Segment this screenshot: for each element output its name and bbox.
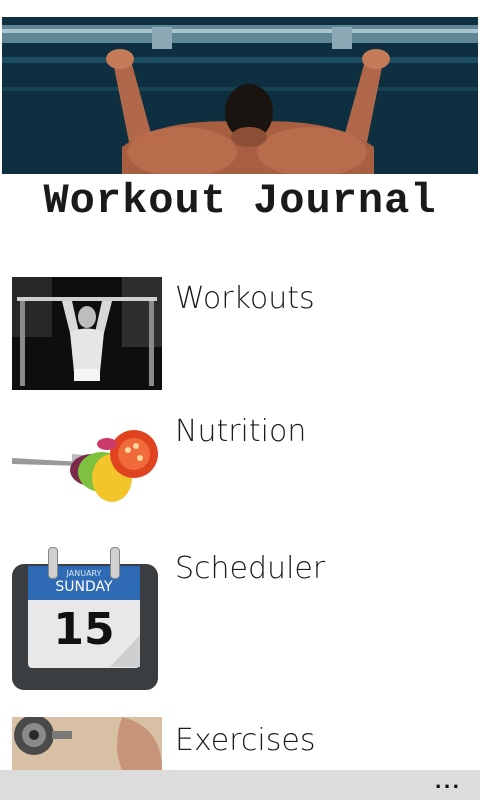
menu-item-nutrition[interactable]: Nutrition [12, 410, 480, 520]
menu-item-label: Exercises [175, 723, 316, 758]
status-bar [0, 0, 480, 17]
menu-item-label: Nutrition [175, 414, 307, 449]
salad-fork-icon [12, 410, 162, 520]
pull-up-athlete-icon [12, 277, 162, 390]
calendar-weekday: SUNDAY [55, 579, 113, 595]
calendar-month: JANUARY [66, 569, 102, 578]
menu-item-scheduler[interactable]: JANUARY SUNDAY 15 Scheduler [12, 547, 480, 695]
menu-item-exercises[interactable]: Exercises [12, 717, 480, 770]
calendar-icon: JANUARY SUNDAY 15 [12, 547, 162, 695]
app-title: Workout Journal [43, 177, 437, 225]
more-options-button[interactable]: ... [428, 774, 468, 796]
menu-item-label: Scheduler [175, 551, 326, 586]
menu-item-workouts[interactable]: Workouts [12, 277, 480, 390]
menu-item-label: Workouts [175, 281, 315, 316]
app-bar: ... [0, 770, 480, 800]
dumbbell-icon [12, 717, 162, 770]
calendar-day: 15 [53, 604, 115, 655]
hero-banner-image [2, 17, 478, 174]
